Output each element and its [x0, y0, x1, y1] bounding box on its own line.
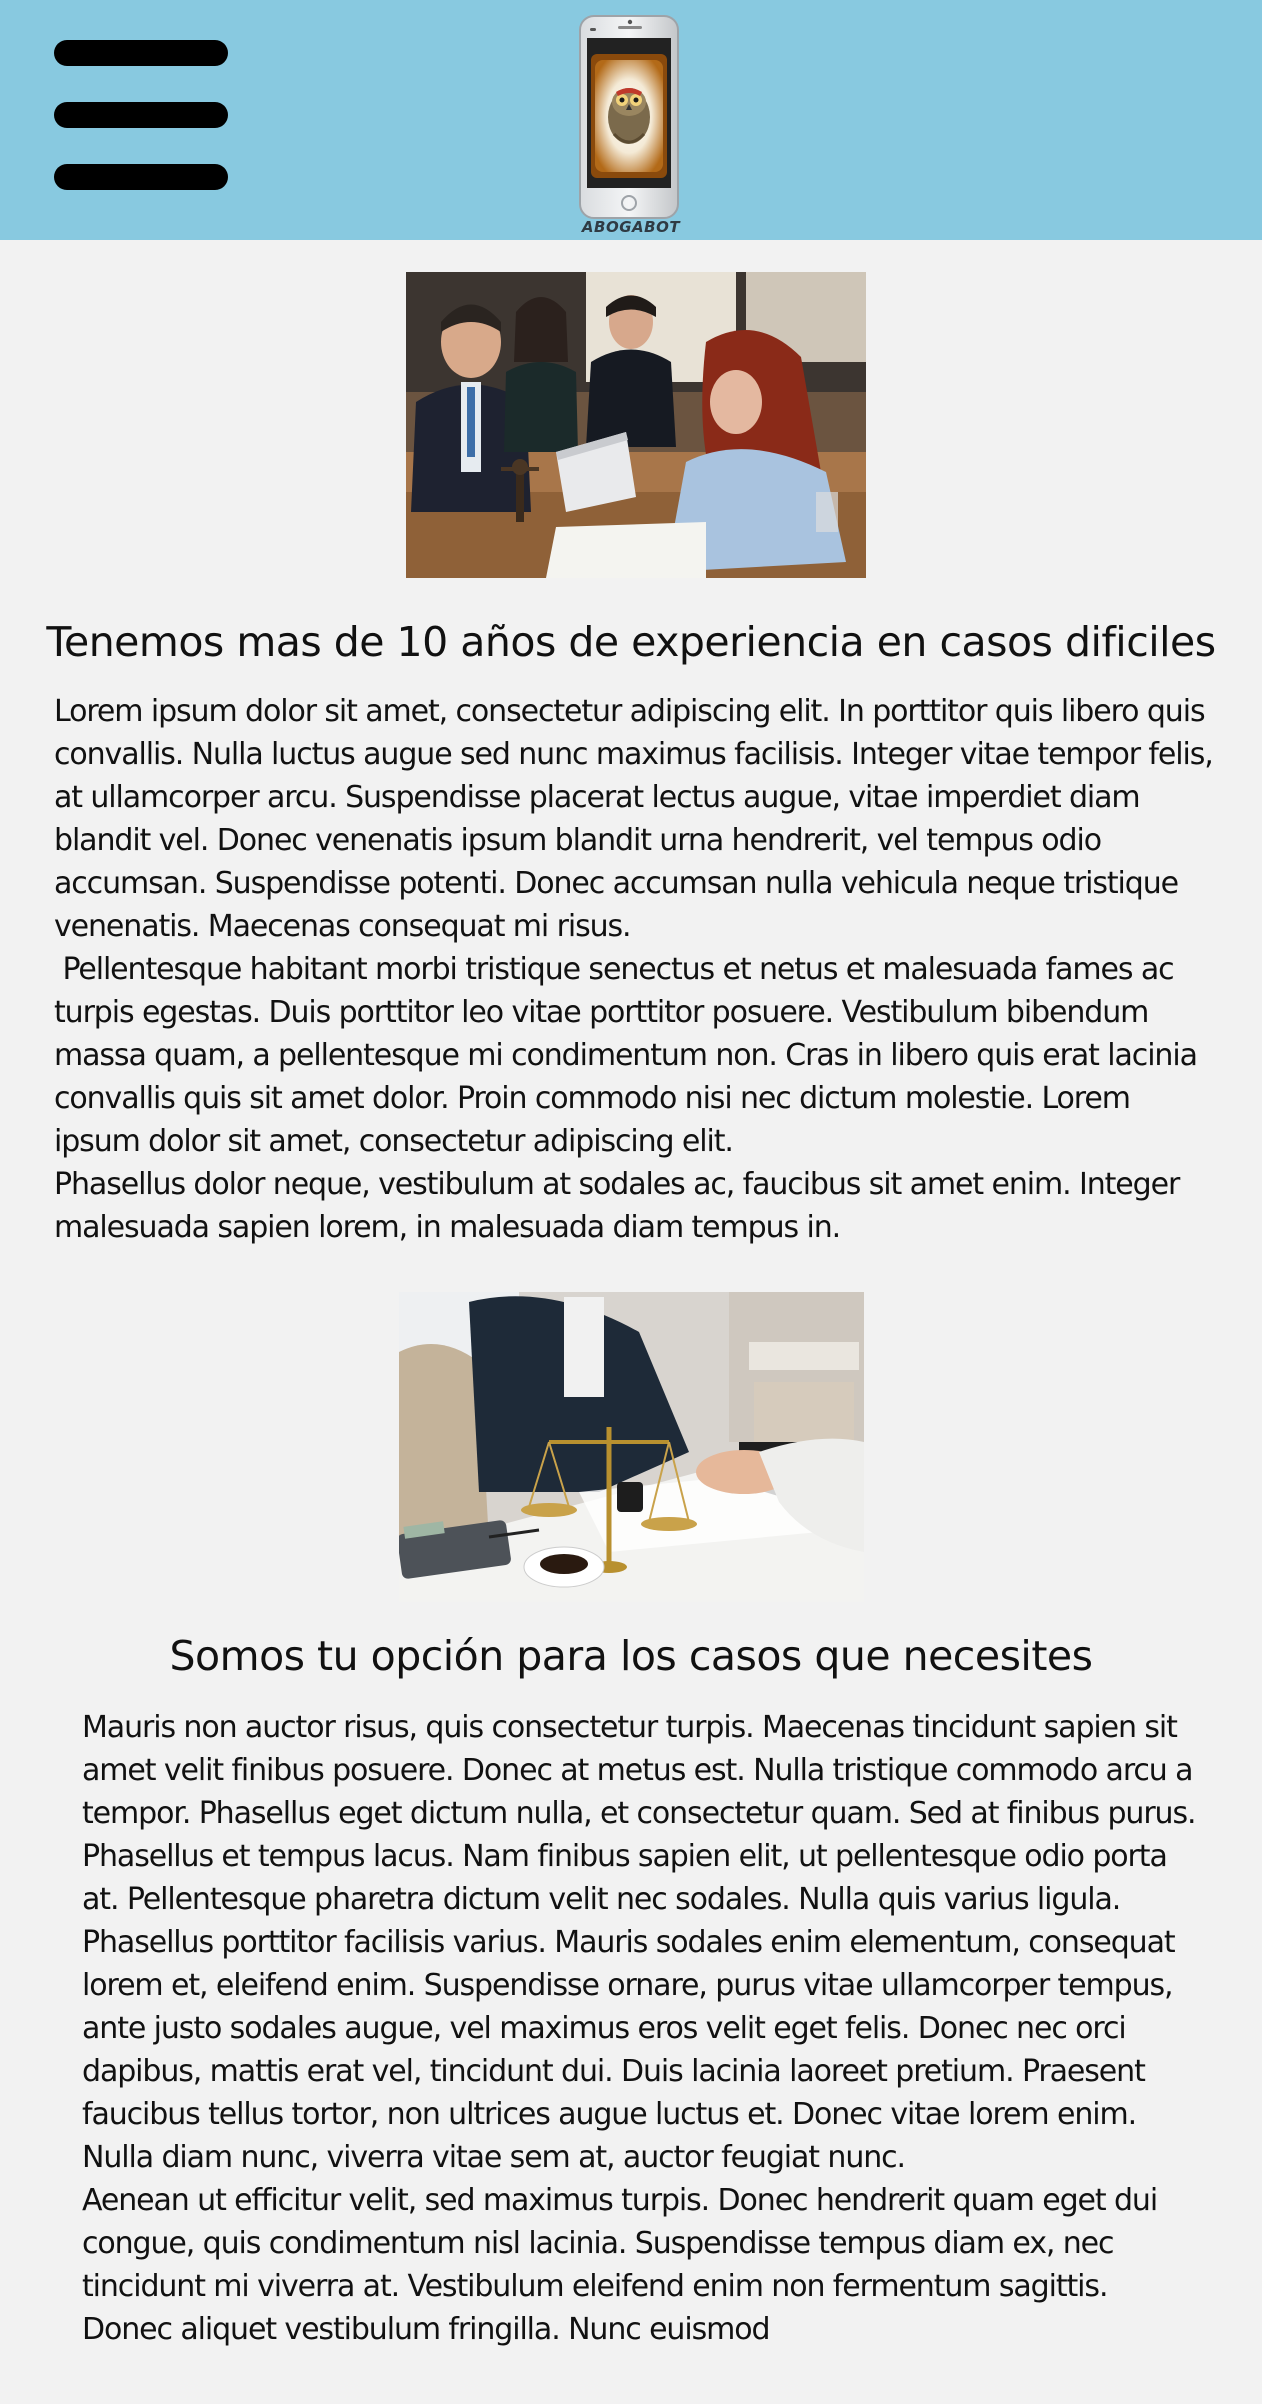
- section1-paragraph: Lorem ipsum dolor sit amet, consectetur …: [54, 694, 1214, 944]
- logo-text: ABOGABOT: [581, 218, 681, 236]
- section1-paragraph: Pellentesque habitant morbi tristique se…: [54, 952, 1206, 1159]
- menu-bar-middle: [54, 102, 228, 128]
- section1-paragraph: Phasellus dolor neque, vestibulum at sod…: [54, 1167, 1180, 1245]
- section2-heading: Somos tu opción para los casos que neces…: [169, 1632, 1093, 1680]
- menu-bar-bottom: [54, 164, 228, 190]
- section2-paragraph: Mauris non auctor risus, quis consectetu…: [82, 1710, 1197, 2175]
- site-header: ABOGABOT: [0, 0, 1262, 240]
- menu-bar-top: [54, 40, 228, 66]
- section1-heading: Tenemos mas de 10 años de experiencia en…: [46, 618, 1216, 666]
- hamburger-menu-icon[interactable]: [54, 38, 230, 192]
- lawyers-meeting-photo: [406, 272, 866, 578]
- section2-paragraph: Aenean ut efficitur velit, sed maximus t…: [82, 2183, 1158, 2347]
- section1-body: Lorem ipsum dolor sit amet, consectetur …: [54, 690, 1224, 1249]
- section2-body: Mauris non auctor risus, quis consectetu…: [82, 1706, 1202, 2351]
- site-logo[interactable]: ABOGABOT: [578, 14, 684, 240]
- handshake-scales-photo: [399, 1292, 864, 1602]
- phone-owl-logo-icon: [579, 15, 679, 219]
